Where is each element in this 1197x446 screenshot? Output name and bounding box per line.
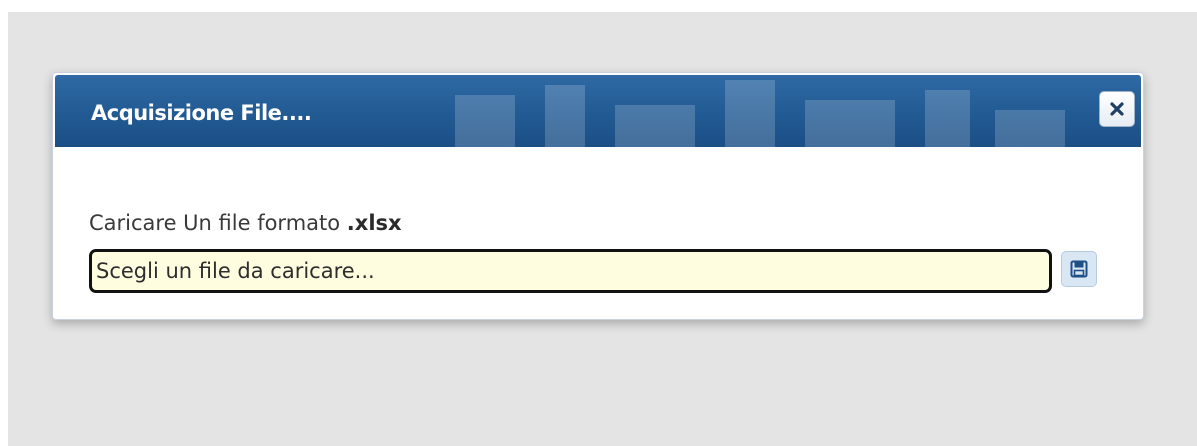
dialog-titlebar: Acquisizione File.... [55,75,1141,147]
dialog-title: Acquisizione File.... [91,101,312,125]
floppy-disk-icon [1070,260,1088,278]
close-icon [1110,102,1124,116]
save-button[interactable] [1061,251,1097,287]
close-button[interactable] [1099,91,1135,127]
upload-instruction: Caricare Un file formato .xlsx [89,211,402,235]
instruction-text: Caricare Un file formato [89,211,347,235]
file-chooser-input[interactable] [89,249,1052,293]
file-upload-dialog: Acquisizione File.... Caricare Un file f… [52,72,1144,320]
file-extension-label: .xlsx [346,211,402,235]
titlebar-pattern [455,80,1065,147]
